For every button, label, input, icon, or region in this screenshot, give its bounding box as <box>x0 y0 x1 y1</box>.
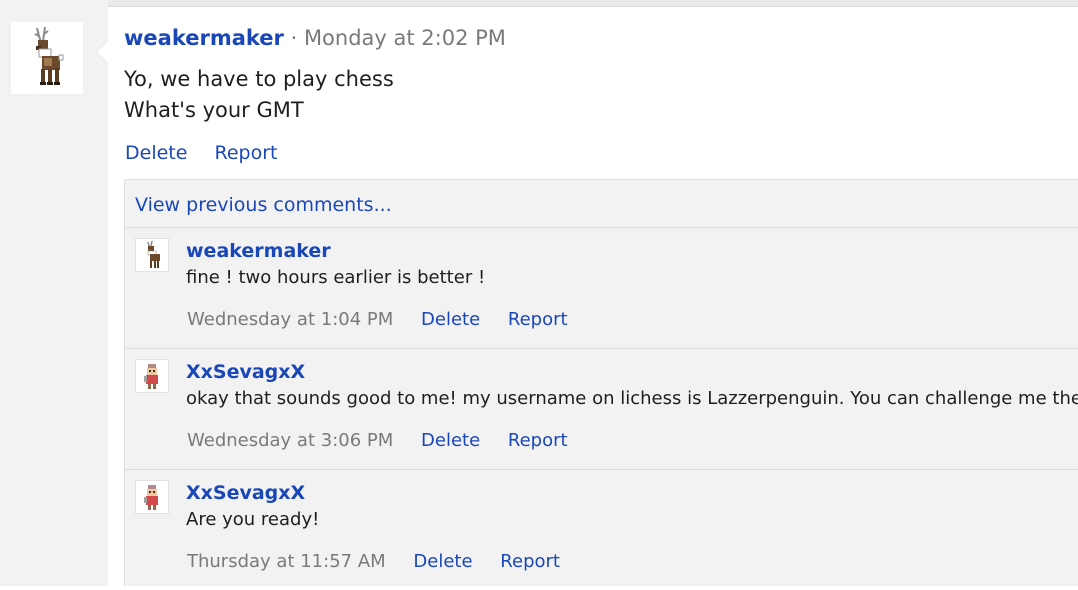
comments-panel: View previous comments... weakermaker fi… <box>124 179 1078 586</box>
pixel-character-avatar-icon[interactable] <box>135 480 169 514</box>
comment-item: XxSevagxX okay that sounds good to me! m… <box>125 348 1078 469</box>
top-divider <box>0 0 1078 7</box>
reindeer-avatar-icon[interactable] <box>135 238 169 272</box>
post-header: weakermaker · Monday at 2:02 PM <box>124 24 506 52</box>
comment-author-link[interactable]: XxSevagxX <box>186 359 305 385</box>
comment-text: fine ! two hours earlier is better ! <box>186 267 486 288</box>
comment-meta: Wednesday at 1:04 PM Delete Report <box>187 307 590 333</box>
post-report-link[interactable]: Report <box>214 142 277 164</box>
reindeer-avatar-icon[interactable] <box>11 22 83 94</box>
comment-item: XxSevagxX Are you ready! Thursday at 11:… <box>125 469 1078 590</box>
comment-author-link[interactable]: weakermaker <box>186 238 331 264</box>
comment-report-link[interactable]: Report <box>508 309 568 330</box>
post-timestamp[interactable]: Monday at 2:02 PM <box>304 26 506 50</box>
comment-item: weakermaker fine ! two hours earlier is … <box>125 227 1078 348</box>
post-body: Yo, we have to play chess What's your GM… <box>124 64 394 126</box>
comment-report-link[interactable]: Report <box>500 551 560 572</box>
comment-delete-link[interactable]: Delete <box>421 430 480 451</box>
post-delete-link[interactable]: Delete <box>125 142 187 164</box>
comment-delete-link[interactable]: Delete <box>413 551 472 572</box>
comment-report-link[interactable]: Report <box>508 430 568 451</box>
comment-timestamp[interactable]: Thursday at 11:57 AM <box>187 551 386 572</box>
post-line: Yo, we have to play chess <box>124 67 394 91</box>
pixel-character-avatar-icon[interactable] <box>135 359 169 393</box>
comment-delete-link[interactable]: Delete <box>421 309 480 330</box>
post-author-link[interactable]: weakermaker <box>124 26 284 50</box>
post-actions: Delete Report <box>125 140 298 166</box>
comment-meta: Thursday at 11:57 AM Delete Report <box>187 549 582 575</box>
comment-timestamp[interactable]: Wednesday at 3:06 PM <box>187 430 393 451</box>
comment-author-link[interactable]: XxSevagxX <box>186 480 305 506</box>
post-line: What's your GMT <box>124 98 304 122</box>
comment-text: Are you ready! <box>186 509 320 530</box>
view-previous-comments-link[interactable]: View previous comments... <box>135 192 392 218</box>
comment-timestamp[interactable]: Wednesday at 1:04 PM <box>187 309 393 330</box>
bubble-pointer <box>96 40 108 64</box>
comment-text: okay that sounds good to me! my username… <box>186 388 1078 409</box>
header-separator: · <box>290 26 298 50</box>
comment-meta: Wednesday at 3:06 PM Delete Report <box>187 428 590 454</box>
